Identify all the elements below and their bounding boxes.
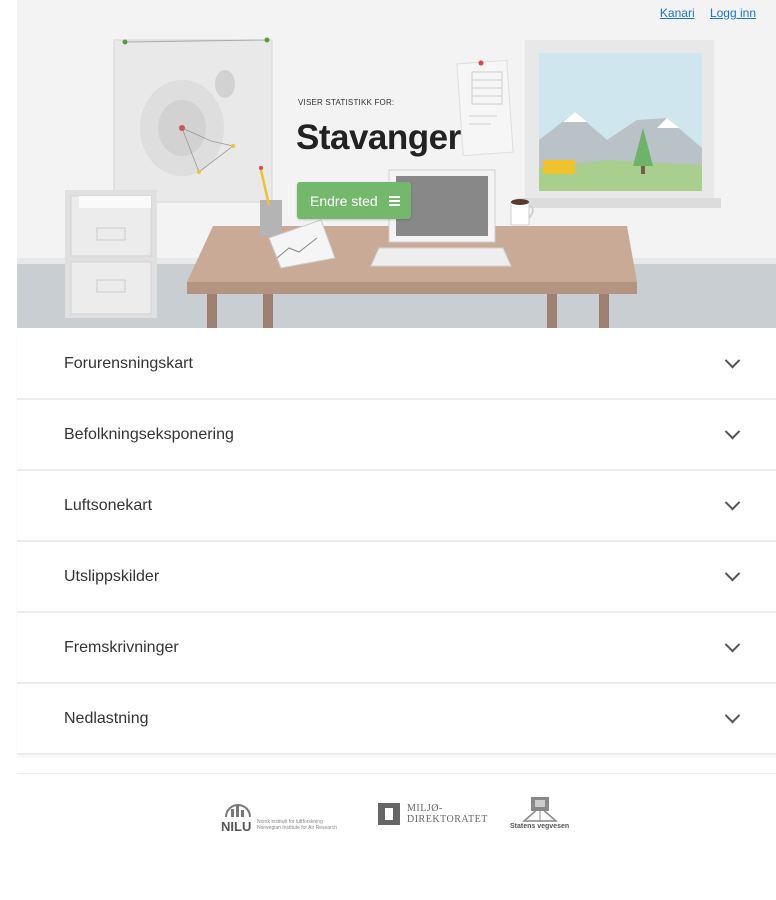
- hamburger-menu-icon: [388, 194, 400, 208]
- filing-cabinet-illustration: [65, 190, 157, 318]
- change-place-label: Endre sted: [310, 192, 378, 209]
- chevron-down-icon: [724, 352, 741, 369]
- miljo-mark-icon: [378, 803, 400, 825]
- nilu-tagline-en: Norwegian Institute for Air Research: [257, 825, 338, 831]
- section-forurensningskart[interactable]: Forurensningskart: [17, 329, 776, 400]
- miljo-text: MILJØ- DIREKTORATET: [407, 803, 507, 825]
- section-label: Forurensningskart: [64, 354, 193, 372]
- chevron-down-icon: [724, 494, 741, 511]
- chevron-down-icon: [724, 423, 741, 440]
- login-link[interactable]: Logg inn: [710, 6, 756, 20]
- miljo-line2: DIREKTORATET: [407, 814, 488, 825]
- chevron-down-icon: [724, 636, 741, 653]
- wall-map-illustration: [113, 37, 273, 203]
- miljo-line1: MILJØ-: [407, 803, 443, 814]
- section-label: Befolkningseksponering: [64, 425, 234, 443]
- nilu-mark-icon: [225, 804, 251, 818]
- svv-emblem-icon: [522, 797, 558, 822]
- partner-logos: NILU Norsk institutt for luftforskning N…: [0, 795, 776, 855]
- kanari-link[interactable]: Kanari: [660, 6, 695, 20]
- section-utslippskilder[interactable]: Utslippskilder: [17, 542, 776, 613]
- statistics-caption: VISER STATISTIKK FOR:: [298, 98, 395, 107]
- section-label: Utslippskilder: [64, 567, 160, 585]
- section-label: Nedlastning: [64, 709, 149, 727]
- section-nedlastning[interactable]: Nedlastning: [17, 684, 776, 755]
- hero-banner: Kanari Logg inn VISER STATISTIKK FOR: St…: [17, 0, 776, 328]
- section-fremskrivninger[interactable]: Fremskrivninger: [17, 613, 776, 684]
- office-illustration: [17, 37, 776, 328]
- section-label: Luftsonekart: [64, 496, 153, 514]
- nilu-tagline: Norsk institutt for luftforskning Norweg…: [257, 819, 367, 831]
- accordion-divider: [17, 755, 776, 774]
- change-place-button[interactable]: Endre sted: [297, 182, 411, 219]
- section-luftsonekart[interactable]: Luftsonekart: [17, 471, 776, 542]
- section-befolkningseksponering[interactable]: Befolkningseksponering: [17, 400, 776, 471]
- section-accordion: Forurensningskart Befolkningseksponering…: [17, 329, 776, 774]
- nilu-name: NILU: [221, 819, 252, 834]
- section-label: Fremskrivninger: [64, 638, 179, 656]
- wall-note-illustration: [456, 59, 514, 157]
- chevron-down-icon: [724, 565, 741, 582]
- top-links: Kanari Logg inn: [648, 6, 756, 20]
- chevron-down-icon: [724, 707, 741, 724]
- svv-name: Statens vegvesen: [510, 823, 570, 830]
- window-illustration: [517, 40, 721, 208]
- place-title: Stavanger: [296, 118, 461, 157]
